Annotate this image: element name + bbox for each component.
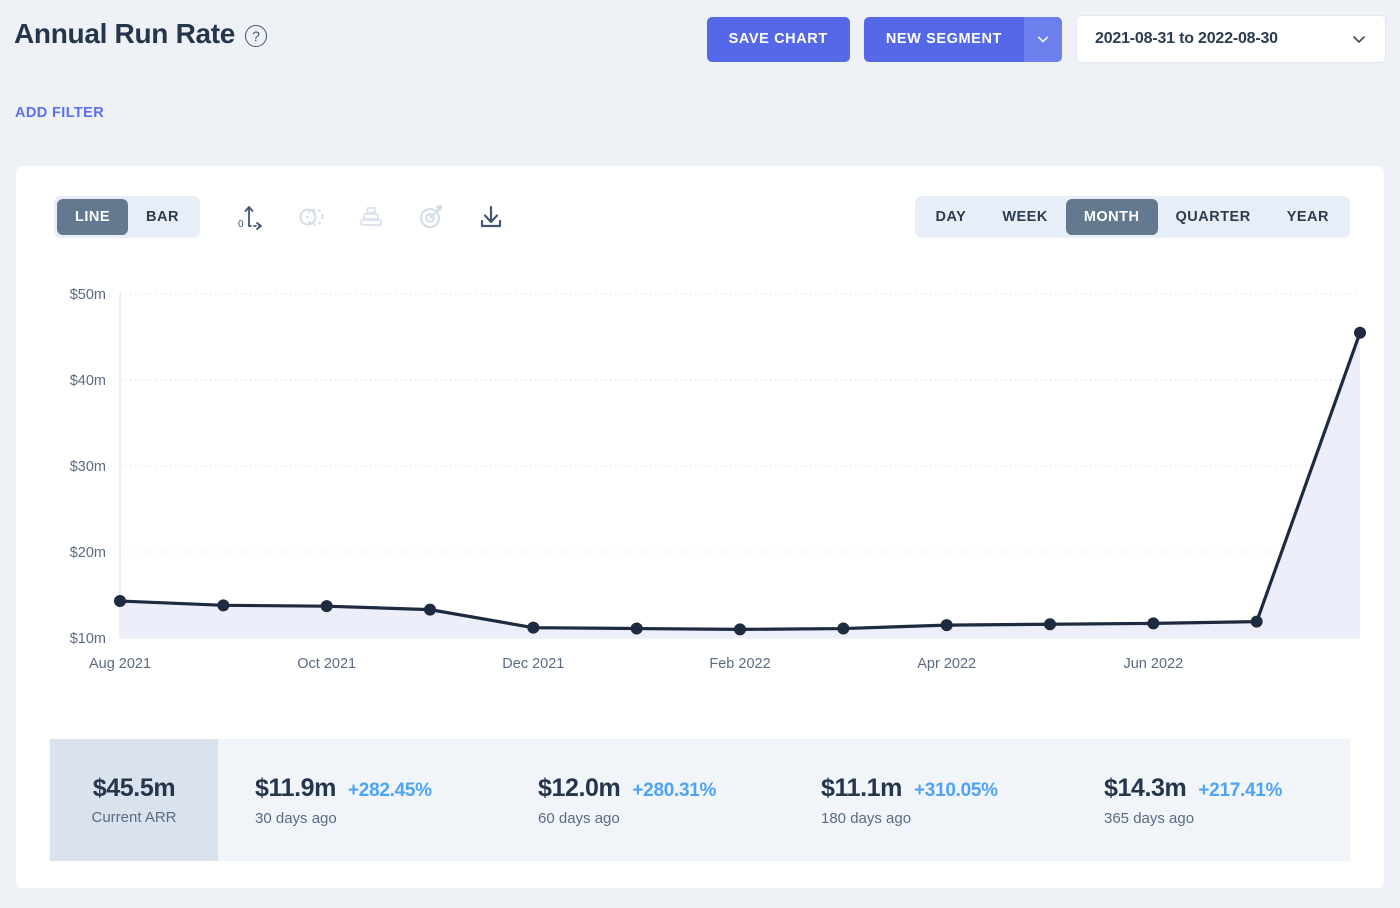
stat-label: Current ARR [91,809,177,826]
x-axis-tick-label: Apr 2022 [917,656,976,672]
chart-data-point[interactable] [217,599,230,612]
chart-card: LINE BAR 0 DAY WEEK MONTH QUARTER YEAR $… [16,166,1384,888]
stat-value: $14.3m [1104,773,1187,802]
chart-data-point[interactable] [114,595,126,608]
line-chart[interactable]: $10m $20m $30m $40m $50m Aug 2021 Oct 2021 Dec … [16,266,1384,686]
stat-180-days: $11.1m +310.05% 180 days ago [784,739,1067,861]
chart-data-point[interactable] [940,619,953,632]
granularity-year-button[interactable]: YEAR [1269,199,1347,235]
chart-data-point[interactable] [1354,326,1366,339]
stat-365-days: $14.3m +217.41% 365 days ago [1067,739,1350,861]
granularity-quarter-button[interactable]: QUARTER [1158,199,1269,235]
x-axis-tick-label: Feb 2022 [709,656,770,672]
page-title: Annual Run Rate [14,18,236,49]
stat-delta: +280.31% [632,779,717,801]
x-axis-tick-label: Oct 2021 [297,656,356,672]
add-filter-button[interactable]: ADD FILTER [15,105,104,121]
chart-type-bar-button[interactable]: BAR [128,199,197,235]
axis-scale-icon[interactable]: 0 [231,197,271,237]
stat-label: 60 days ago [538,809,620,827]
new-segment-dropdown-button[interactable] [1024,16,1062,62]
funnel-icon[interactable] [351,197,391,237]
granularity-month-button[interactable]: MONTH [1065,199,1158,235]
stat-label: 365 days ago [1104,809,1195,827]
granularity-day-button[interactable]: DAY [918,199,985,235]
save-chart-button[interactable]: SAVE CHART [706,16,850,62]
question-circle-icon[interactable]: ? [245,25,268,47]
chart-data-point[interactable] [1044,618,1056,631]
y-axis-tick-label: $20m [70,545,106,561]
stat-value: $11.1m [821,773,903,802]
stat-value: $45.5m [92,774,176,802]
stat-delta: +310.05% [914,779,998,801]
y-axis-tick-label: $50m [70,287,106,303]
stat-label: 30 days ago [255,809,337,827]
summary-stats: $45.5m Current ARR $11.9m +282.45% 30 da… [50,739,1350,861]
stat-delta: +217.41% [1198,779,1283,801]
chart-data-point[interactable] [1147,617,1160,630]
chart-plot-area: $10m $20m $30m $40m $50m Aug 2021 Oct 2021 Dec … [16,266,1384,672]
goal-target-icon[interactable] [411,197,451,237]
compare-circles-icon[interactable] [291,197,331,237]
stat-60-days: $12.0m +280.31% 60 days ago [501,739,784,861]
new-segment-split-button: NEW SEGMENT [863,16,1062,62]
chart-data-point[interactable] [630,622,643,635]
svg-text:0: 0 [238,219,244,230]
x-axis-tick-label: Jun 2022 [1123,656,1183,672]
chart-data-point[interactable] [424,603,436,616]
stat-value: $12.0m [538,773,621,802]
chart-data-point[interactable] [734,623,746,636]
chart-data-point[interactable] [837,622,850,635]
chart-toolbar: LINE BAR 0 DAY WEEK MONTH QUARTER YEAR [54,196,1350,238]
chart-type-toggle: LINE BAR [54,196,200,238]
y-axis-tick-label: $30m [70,459,106,475]
chart-data-point[interactable] [1250,615,1263,628]
chart-data-point[interactable] [527,621,540,634]
stat-current-arr: $45.5m Current ARR [50,739,218,861]
stat-value: $11.9m [255,773,337,802]
chart-area-fill [120,332,1360,638]
stat-30-days: $11.9m +282.45% 30 days ago [218,739,501,861]
y-axis-tick-label: $40m [70,373,106,389]
header-actions: SAVE CHART NEW SEGMENT 2021-08-31 to 202… [706,15,1386,63]
page-header: Annual Run Rate ? ADD FILTER SAVE CHART … [0,0,1400,121]
y-axis-tick-label: $10m [70,631,106,647]
granularity-week-button[interactable]: WEEK [984,199,1066,235]
x-axis-tick-label: Dec 2021 [502,656,564,672]
date-range-select[interactable]: 2021-08-31 to 2022-08-30 [1076,15,1386,63]
chart-line [118,331,1362,631]
date-range-value: 2021-08-31 to 2022-08-30 [1095,30,1278,47]
chart-type-line-button[interactable]: LINE [57,199,129,235]
chevron-down-icon [1037,36,1049,43]
app-root: Annual Run Rate ? ADD FILTER SAVE CHART … [0,0,1400,908]
chevron-down-icon [1353,36,1365,43]
new-segment-button[interactable]: NEW SEGMENT [863,16,1024,62]
chart-tool-icons: 0 [231,197,511,237]
granularity-toggle: DAY WEEK MONTH QUARTER YEAR [914,196,1350,238]
stat-label: 180 days ago [821,809,912,827]
x-axis-tick-label: Aug 2021 [89,656,151,672]
chart-data-point[interactable] [320,600,333,613]
download-icon[interactable] [471,197,511,237]
stat-delta: +282.45% [348,779,432,801]
title-group: Annual Run Rate ? [14,18,268,50]
